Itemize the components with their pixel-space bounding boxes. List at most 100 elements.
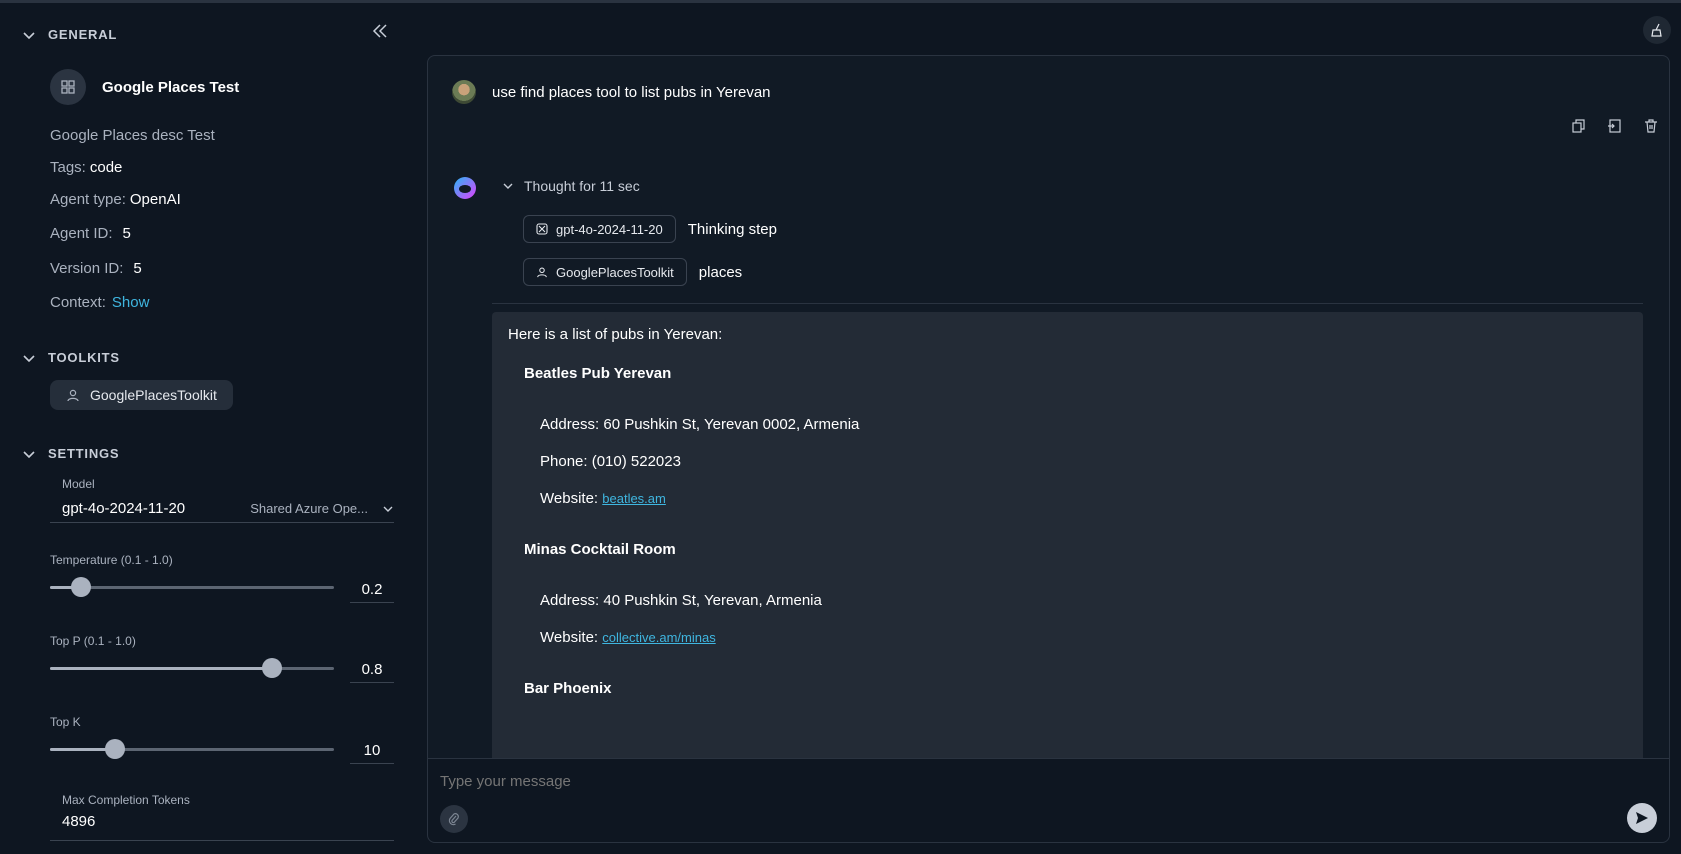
message-actions: [1571, 118, 1659, 134]
top-p-slider[interactable]: [50, 658, 334, 678]
pub-name: Bar Phoenix: [524, 680, 612, 697]
pub-website-row: Website: collective.am/minas: [540, 629, 1627, 646]
thought-step: gpt-4o-2024-11-20 Thinking step: [523, 215, 777, 243]
send-icon: [1636, 812, 1648, 824]
top-k-label: Top K: [50, 715, 81, 729]
step-text: Thinking step: [687, 220, 777, 238]
pub-address: Address: 40 Pushkin St, Yerevan, Armenia: [540, 592, 822, 609]
assistant-answer: Here is a list of pubs in Yerevan: Beatl…: [492, 312, 1643, 759]
chevron-down-icon: [503, 183, 513, 189]
pub-website-row: Website: beatles.am: [540, 490, 1627, 507]
section-settings-label: SETTINGS: [48, 446, 120, 461]
model-icon: [536, 223, 548, 235]
message-input[interactable]: [440, 773, 1540, 790]
top-p-label: Top P (0.1 - 1.0): [50, 634, 136, 648]
grid-icon: [61, 80, 75, 94]
model-select[interactable]: gpt-4o-2024-11-20 Shared Azure Ope...: [50, 495, 394, 523]
top-k-value[interactable]: 10: [350, 734, 394, 764]
thought-label: Thought for 11 sec: [524, 178, 640, 194]
top-p-value[interactable]: 0.8: [350, 653, 394, 683]
temperature-value[interactable]: 0.2: [350, 573, 394, 603]
section-general-toggle[interactable]: GENERAL: [22, 27, 117, 42]
agent-header: Google Places Test: [50, 69, 239, 105]
agent-type: Agent type: OpenAI: [50, 191, 181, 208]
pub-name: Beatles Pub Yerevan: [524, 365, 672, 382]
context-label: Context:: [50, 294, 106, 311]
user-message-text: use find places tool to list pubs in Yer…: [492, 83, 771, 101]
step-chip-label: gpt-4o-2024-11-20: [556, 221, 663, 237]
temperature-thumb[interactable]: [71, 577, 92, 597]
chevron-down-icon: [383, 506, 393, 512]
message-composer: [427, 758, 1670, 843]
max-tokens-input[interactable]: 4896: [50, 809, 394, 841]
agent-avatar: [50, 69, 86, 105]
list-item: Minas Cocktail Room Address: 40 Pushkin …: [524, 541, 1627, 646]
pub-name: Minas Cocktail Room: [524, 541, 676, 558]
assistant-logo-icon: [454, 177, 476, 199]
paperclip-icon: [448, 813, 459, 826]
step-chip-label: GooglePlacesToolkit: [556, 264, 674, 280]
version-id-label: Version ID:: [50, 260, 124, 277]
model-label: Model: [62, 477, 95, 491]
top-p-thumb[interactable]: [261, 658, 282, 678]
agent-id-label: Agent ID:: [50, 225, 113, 242]
list-item: Bar Phoenix: [524, 680, 1627, 697]
list-item: Beatles Pub Yerevan Address: 60 Pushkin …: [524, 365, 1627, 507]
tags-value: code: [89, 159, 123, 176]
model-value: gpt-4o-2024-11-20: [62, 500, 186, 517]
agent-type-label: Agent type:: [50, 191, 126, 208]
agent-description: Google Places desc Test: [50, 127, 215, 144]
chat-panel: use find places tool to list pubs in Yer…: [427, 55, 1670, 759]
section-toolkits-label: TOOLKITS: [48, 350, 120, 365]
broom-icon: [1651, 23, 1662, 37]
top-k-slider[interactable]: [50, 739, 334, 759]
agent-tags: Tags: code: [50, 159, 122, 176]
pub-address: Address: 60 Pushkin St, Yerevan 0002, Ar…: [540, 416, 860, 433]
section-general-label: GENERAL: [48, 27, 118, 42]
attach-button[interactable]: [440, 805, 468, 833]
sidebar: GENERAL Google Places Test Google Places…: [0, 3, 410, 854]
website-label: Website:: [540, 629, 599, 646]
top-k-thumb[interactable]: [105, 739, 126, 759]
provider-value: Shared Azure Ope...: [250, 501, 368, 516]
website-label: Website:: [540, 490, 599, 507]
website-link[interactable]: collective.am/minas: [602, 630, 715, 645]
divider: [492, 303, 1643, 304]
context-show-link[interactable]: Show: [112, 294, 150, 311]
agent-id-value: 5: [122, 225, 131, 242]
section-toolkits-toggle[interactable]: TOOLKITS: [22, 350, 120, 365]
section-settings-toggle[interactable]: SETTINGS: [22, 446, 119, 461]
website-link[interactable]: beatles.am: [602, 491, 666, 506]
clear-chat-button[interactable]: [1643, 16, 1671, 44]
copy-icon[interactable]: [1571, 118, 1587, 134]
agent-type-value: OpenAI: [129, 191, 181, 208]
temperature-slider[interactable]: [50, 577, 334, 597]
version-id-value: 5: [133, 260, 142, 277]
send-button[interactable]: [1627, 803, 1657, 833]
top-p-fill: [50, 667, 272, 670]
thought-step: GooglePlacesToolkit places: [523, 258, 742, 286]
step-text: places: [698, 263, 743, 281]
toolkit-chip[interactable]: GooglePlacesToolkit: [50, 380, 233, 410]
toolkit-label: GooglePlacesToolkit: [90, 387, 217, 403]
context-row: Context: Show: [50, 294, 149, 311]
trash-icon[interactable]: [1643, 118, 1659, 134]
chevron-down-icon: [23, 450, 35, 458]
max-tokens-label: Max Completion Tokens: [62, 793, 190, 807]
agent-name: Google Places Test: [102, 78, 240, 96]
toolkit-icon: [537, 267, 547, 278]
chevron-down-icon: [23, 31, 35, 39]
agent-id: Agent ID: 5: [50, 225, 131, 242]
step-chip[interactable]: GooglePlacesToolkit: [523, 258, 687, 286]
pub-phone: Phone: (010) 522023: [540, 453, 681, 470]
version-id: Version ID: 5: [50, 260, 142, 277]
user-message: use find places tool to list pubs in Yer…: [452, 80, 771, 104]
answer-intro: Here is a list of pubs in Yerevan:: [508, 326, 723, 343]
thought-toggle[interactable]: Thought for 11 sec: [502, 178, 640, 194]
collapse-sidebar-icon[interactable]: [370, 21, 390, 41]
step-chip[interactable]: gpt-4o-2024-11-20: [523, 215, 676, 243]
toolkit-icon: [67, 389, 79, 402]
tags-label: Tags:: [50, 159, 86, 176]
regenerate-icon[interactable]: [1607, 118, 1623, 134]
chevron-down-icon: [23, 354, 35, 362]
